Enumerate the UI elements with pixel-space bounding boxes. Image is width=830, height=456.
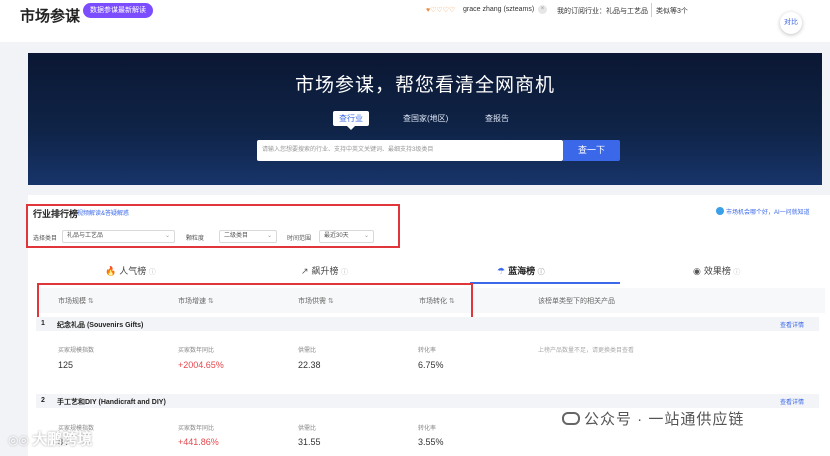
metric-label: 买家数年同比 — [178, 426, 215, 432]
active-tab-indicator — [470, 282, 620, 284]
page-title: 市场参谋 — [20, 8, 81, 25]
metric-value: 3.55% — [418, 437, 444, 447]
flame-icon: 🔥 — [105, 266, 117, 276]
metric-value: 31.55 — [298, 437, 321, 447]
metric-label: 买家规模指数 — [58, 348, 95, 354]
view-details-link[interactable]: 查看详情 — [780, 320, 804, 329]
rating-hearts-icon: ♥♡♡♡♡ — [426, 7, 456, 14]
compare-button[interactable]: 对比 — [780, 12, 802, 34]
metric-label: 转化率 — [418, 348, 437, 354]
watermark: ◎◎ 大鹏跨境 — [8, 431, 93, 448]
search-input[interactable]: 请输入您想要搜索的行业、支持中英文关键词、最细支持3级类目 — [257, 140, 563, 161]
metric-value: +2004.65% — [178, 360, 224, 370]
metric-value: 6.75% — [418, 360, 444, 370]
empty-products-note: 上榜产品数量不足，请更换类目查看 — [538, 348, 635, 354]
search-button[interactable]: 查一下 — [563, 140, 620, 161]
tab-rising[interactable]: ↗ 飙升榜 ⓘ — [301, 264, 348, 277]
metric-value: 22.38 — [298, 360, 321, 370]
category-label: 选择类目 — [33, 236, 58, 242]
target-icon: ◉ — [693, 266, 701, 276]
rank-number: 1 — [41, 320, 45, 327]
subscribed-industry[interactable]: 我的订阅行业：礼品与工艺品 — [557, 6, 648, 16]
hero-title: 市场参谋，帮您看清全网商机 — [294, 75, 555, 96]
compare-count[interactable]: 类似等3个 — [656, 6, 688, 16]
divider — [651, 3, 652, 17]
tab-country[interactable]: 查国家(地区) — [403, 113, 448, 124]
time-range-label: 时间范围 — [287, 236, 312, 242]
user-name[interactable]: grace zhang (szteams) — [463, 6, 534, 13]
close-icon[interactable]: × — [538, 5, 547, 14]
time-range-select[interactable]: 最近30天 ⌄ — [319, 230, 374, 243]
ai-assistant-link[interactable]: 市场机会哪个好，AI一问就知道 — [716, 207, 810, 216]
list-item-header — [36, 317, 819, 331]
metric-value: +441.86% — [178, 437, 219, 447]
tab-blue-ocean[interactable]: ☂ 蓝海榜 ⓘ — [497, 264, 545, 277]
chevron-down-icon: ⌄ — [363, 233, 369, 239]
metric-label: 供需比 — [298, 426, 317, 432]
trend-up-icon: ↗ — [301, 266, 309, 276]
tab-industry[interactable]: 查行业 — [333, 111, 369, 130]
metric-value: 125 — [58, 360, 74, 370]
ocean-icon: ☂ — [497, 266, 506, 276]
ai-icon — [716, 207, 724, 215]
rank-number: 2 — [41, 397, 45, 404]
item-name: 手工艺和DIY (Handicraft and DIY) — [57, 399, 166, 406]
metric-label: 转化率 — [418, 426, 437, 432]
category-select[interactable]: 礼品与工艺品 ⌄ — [62, 230, 175, 243]
chevron-down-icon: ⌄ — [266, 233, 272, 239]
hero-banner: 市场参谋，帮您看清全网商机 查行业 查国家(地区) 查报告 请输入您想要搜索的行… — [28, 53, 822, 185]
metric-label: 供需比 — [298, 348, 317, 354]
watermark: 公众号 · 一站通供应链 — [562, 408, 744, 429]
item-name: 纪念礼品 (Souvenirs Gifts) — [57, 322, 144, 329]
metric-label: 买家数年同比 — [178, 348, 215, 354]
granularity-select[interactable]: 二级类目 ⌄ — [219, 230, 277, 243]
latest-insights-badge[interactable]: 数据参谋最新解读 — [83, 3, 153, 18]
tab-report[interactable]: 查报告 — [485, 113, 509, 124]
tab-performance[interactable]: ◉ 效果榜 ⓘ — [693, 264, 740, 277]
granularity-label: 颗粒度 — [186, 236, 205, 242]
chevron-down-icon: ⌄ — [164, 233, 170, 239]
wechat-icon — [562, 412, 580, 425]
tab-popularity[interactable]: 🔥 人气榜 ⓘ — [105, 264, 156, 277]
view-details-link[interactable]: 查看详情 — [780, 397, 804, 406]
column-related-products: 该榜单类型下的相关产品 — [538, 298, 615, 305]
